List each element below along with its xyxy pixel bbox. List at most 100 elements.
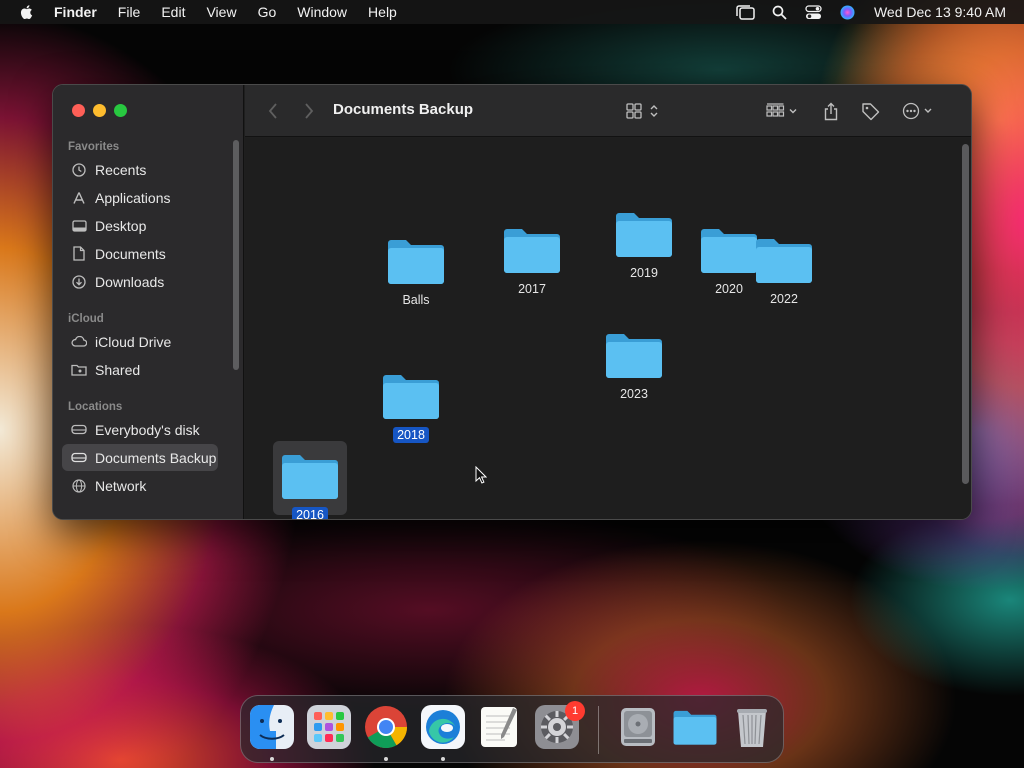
folder-label: 2016 [292, 507, 328, 519]
folder-label: Balls [402, 293, 430, 307]
menu-file[interactable]: File [118, 4, 141, 20]
applications-icon [71, 190, 87, 206]
content-scrollbar[interactable] [962, 144, 969, 484]
group-button[interactable] [763, 99, 803, 123]
menu-view[interactable]: View [206, 4, 236, 20]
disk-icon [71, 450, 87, 466]
window-controls [72, 104, 135, 117]
dock-disk-utility[interactable] [615, 704, 661, 750]
menu-help[interactable]: Help [368, 4, 397, 20]
chevron-left-icon [268, 103, 277, 119]
sidebar-item-shared[interactable]: Shared [62, 356, 218, 383]
running-indicator [384, 757, 388, 761]
sidebar-item-documents-backup[interactable]: Documents Backup [62, 444, 218, 471]
sidebar-item-label: Downloads [95, 273, 165, 290]
sidebar-item-downloads[interactable]: Downloads [62, 268, 218, 295]
running-indicator [270, 757, 274, 761]
chevron-right-icon [305, 103, 314, 119]
folder-item[interactable]: 2017 [487, 225, 577, 298]
dock-launchpad[interactable] [306, 704, 352, 750]
folder-item-selected[interactable]: 2018 [366, 371, 456, 444]
menu-go[interactable]: Go [258, 4, 277, 20]
sidebar-item-label: Shared [95, 361, 141, 378]
cloud-icon [71, 334, 87, 350]
spotlight-search-icon[interactable] [770, 4, 790, 20]
desktop-icon [71, 218, 87, 234]
disk-icon [71, 422, 87, 438]
dock-finder[interactable] [249, 704, 295, 750]
document-icon [71, 246, 87, 262]
menu-bar-status-area: Wed Dec 13 9:40 AM [722, 0, 1006, 24]
finder-window: Favorites Recents Applications Desktop D… [52, 84, 972, 520]
folder-label: 2017 [518, 282, 546, 296]
sidebar-item-everybodys-disk[interactable]: Everybody's disk [62, 416, 218, 443]
more-actions-button[interactable] [901, 99, 939, 123]
dock-trash[interactable] [729, 704, 775, 750]
edge-icon [421, 705, 465, 749]
sidebar-item-applications[interactable]: Applications [62, 184, 218, 211]
menu-app-name[interactable]: Finder [54, 4, 97, 20]
folder-icon [606, 334, 662, 378]
dock-separator [598, 706, 599, 754]
mouse-cursor-icon [475, 466, 487, 484]
sidebar-item-recents[interactable]: Recents [62, 156, 218, 183]
icon-view-grid-icon [626, 103, 658, 119]
tags-button[interactable] [859, 99, 881, 123]
apple-menu-icon[interactable] [18, 3, 36, 21]
sidebar-item-label: Everybody's disk [95, 421, 200, 438]
shared-folder-icon [71, 362, 87, 378]
dock: 1 [240, 695, 784, 763]
siri-icon[interactable] [838, 4, 858, 20]
close-button[interactable] [72, 104, 85, 117]
finder-icon [250, 705, 294, 749]
share-icon [824, 102, 838, 120]
menu-edit[interactable]: Edit [161, 4, 185, 20]
folder-icon [616, 213, 672, 257]
folder-item[interactable]: Balls [371, 236, 461, 309]
sidebar-section-locations: Locations [68, 401, 123, 413]
folder-icon [504, 229, 560, 273]
back-button[interactable] [263, 99, 283, 123]
chrome-icon [365, 706, 407, 749]
sidebar-item-label: Applications [95, 189, 171, 206]
sidebar-item-label: Documents Backup [95, 449, 217, 466]
control-center-icon[interactable] [804, 4, 824, 20]
view-mode-button[interactable] [623, 99, 663, 123]
trash-icon [737, 709, 767, 747]
sidebar-item-documents[interactable]: Documents [62, 240, 218, 267]
folder-item[interactable]: 2019 [599, 209, 689, 282]
dock-chrome[interactable] [363, 704, 409, 750]
folder-icon [383, 375, 439, 419]
sidebar-section-favorites: Favorites [68, 141, 120, 153]
sidebar-item-icloud-drive[interactable]: iCloud Drive [62, 328, 218, 355]
dock-edge[interactable] [420, 704, 466, 750]
sidebar-section-icloud: iCloud [68, 313, 104, 325]
dock-textedit[interactable] [477, 704, 523, 750]
folder-icon [756, 239, 812, 283]
minimize-button[interactable] [93, 104, 106, 117]
ellipsis-circle-icon [902, 102, 932, 120]
window-title: Documents Backup [333, 101, 474, 118]
sidebar-item-desktop[interactable]: Desktop [62, 212, 218, 239]
dock-documents-folder[interactable] [672, 704, 718, 750]
launchpad-icon [307, 705, 351, 749]
tag-icon [861, 102, 879, 120]
menu-window[interactable]: Window [297, 4, 347, 20]
sidebar-item-network[interactable]: Network [62, 472, 218, 499]
sidebar-item-label: Documents [95, 245, 166, 262]
folder-icon [282, 455, 338, 499]
sidebar-scrollbar[interactable] [233, 140, 239, 370]
folder-icon [388, 240, 444, 284]
stage-manager-icon[interactable] [736, 4, 756, 20]
sidebar: Favorites Recents Applications Desktop D… [53, 85, 244, 519]
folder-label: 2019 [630, 266, 658, 280]
folder-label: 2022 [770, 292, 798, 306]
folder-item[interactable]: 2023 [589, 330, 679, 403]
file-browser-area[interactable]: Balls 2017 2019 2020 2022 2023 2018 2016 [245, 138, 971, 519]
share-button[interactable] [821, 99, 841, 123]
zoom-button[interactable] [114, 104, 127, 117]
menu-bar-clock[interactable]: Wed Dec 13 9:40 AM [874, 4, 1006, 20]
folder-item[interactable]: 2022 [739, 235, 829, 308]
folder-item-selected[interactable]: 2016 [265, 451, 355, 519]
forward-button[interactable] [299, 99, 319, 123]
